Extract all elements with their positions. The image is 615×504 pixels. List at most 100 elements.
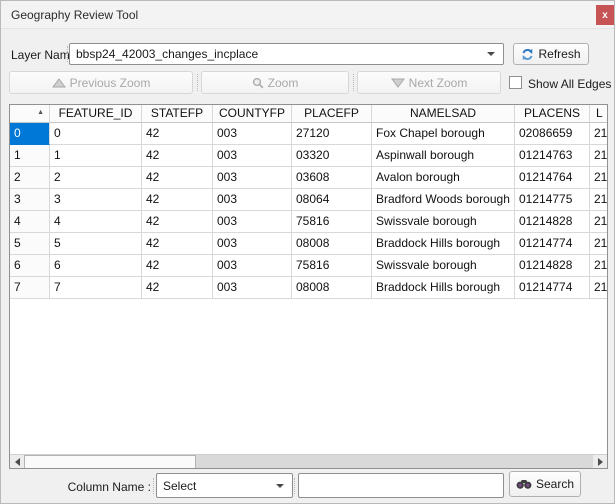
table-cell[interactable]: 5: [50, 233, 142, 255]
table-cell[interactable]: 003: [213, 211, 292, 233]
table-cell[interactable]: 42: [142, 255, 213, 277]
table-cell[interactable]: 21: [590, 277, 607, 299]
table-cell[interactable]: 003: [213, 233, 292, 255]
table-cell[interactable]: 01214774: [515, 277, 590, 299]
table-cell[interactable]: 0: [50, 123, 142, 145]
table-cell[interactable]: 6: [50, 255, 142, 277]
table-cell[interactable]: 003: [213, 145, 292, 167]
table-cell[interactable]: 42: [142, 277, 213, 299]
refresh-button[interactable]: Refresh: [513, 43, 589, 65]
horizontal-scrollbar[interactable]: [10, 454, 607, 468]
column-header[interactable]: PLACEFP: [292, 105, 372, 123]
table-cell[interactable]: 21: [590, 233, 607, 255]
table-cell[interactable]: 03608: [292, 167, 372, 189]
layer-name-combobox[interactable]: bbsp24_42003_changes_incplace: [69, 43, 504, 65]
table-cell[interactable]: 42: [142, 233, 213, 255]
show-all-edges-label: Show All Edges: [528, 77, 611, 91]
table-cell[interactable]: 21: [590, 123, 607, 145]
scrollbar-thumb[interactable]: [24, 455, 196, 469]
table-cell[interactable]: Bradford Woods borough: [372, 189, 515, 211]
table-cell[interactable]: Swissvale borough: [372, 211, 515, 233]
column-header[interactable]: PLACENS: [515, 105, 590, 123]
table-row[interactable]: 004200327120Fox Chapel borough0208665921: [10, 123, 607, 145]
table-row[interactable]: 114200303320Aspinwall borough0121476321: [10, 145, 607, 167]
table-row[interactable]: 334200308064Bradford Woods borough012147…: [10, 189, 607, 211]
table-cell[interactable]: 1: [50, 145, 142, 167]
table-cell[interactable]: 27120: [292, 123, 372, 145]
table-cell[interactable]: 01214763: [515, 145, 590, 167]
table-cell[interactable]: 01214774: [515, 233, 590, 255]
table-cell[interactable]: 21: [590, 145, 607, 167]
table-cell[interactable]: 003: [213, 277, 292, 299]
show-all-edges-checkbox[interactable]: [509, 76, 522, 89]
scroll-right-button[interactable]: [593, 455, 607, 469]
table-cell[interactable]: 003: [213, 189, 292, 211]
row-header[interactable]: 3: [10, 189, 50, 211]
table-cell[interactable]: 4: [50, 211, 142, 233]
row-header[interactable]: 6: [10, 255, 50, 277]
table-cell[interactable]: Aspinwall borough: [372, 145, 515, 167]
table-cell[interactable]: 08064: [292, 189, 372, 211]
table-cell[interactable]: 03320: [292, 145, 372, 167]
column-name-combobox[interactable]: Select: [156, 473, 293, 498]
table-cell[interactable]: 21: [590, 167, 607, 189]
zoom-button[interactable]: Zoom: [201, 71, 349, 94]
table-cell[interactable]: 42: [142, 145, 213, 167]
table-cell[interactable]: 21: [590, 211, 607, 233]
table-cell[interactable]: 42: [142, 189, 213, 211]
scroll-left-button[interactable]: [10, 455, 24, 469]
table-cell[interactable]: 21: [590, 255, 607, 277]
table-cell[interactable]: 42: [142, 211, 213, 233]
table-row[interactable]: 224200303608Avalon borough0121476421: [10, 167, 607, 189]
layout-separator: [67, 46, 68, 62]
row-header[interactable]: 0: [10, 123, 50, 145]
column-header[interactable]: COUNTYFP: [213, 105, 292, 123]
column-header[interactable]: NAMELSAD: [372, 105, 515, 123]
table-cell[interactable]: 42: [142, 123, 213, 145]
close-button[interactable]: x: [596, 5, 614, 25]
table-cell[interactable]: 01214828: [515, 211, 590, 233]
row-header[interactable]: 1: [10, 145, 50, 167]
previous-zoom-button[interactable]: Previous Zoom: [9, 71, 193, 94]
table-cell[interactable]: 01214828: [515, 255, 590, 277]
search-button[interactable]: Search: [509, 471, 581, 497]
table-cell[interactable]: 42: [142, 167, 213, 189]
table-row[interactable]: 554200308008Braddock Hills borough012147…: [10, 233, 607, 255]
sort-ascending-icon: ▲: [37, 107, 44, 119]
table-cell[interactable]: 003: [213, 123, 292, 145]
table-cell[interactable]: 003: [213, 167, 292, 189]
window-title: Geography Review Tool: [11, 1, 138, 29]
row-header[interactable]: 2: [10, 167, 50, 189]
table-cell[interactable]: 75816: [292, 211, 372, 233]
close-icon: x: [602, 10, 608, 21]
column-header[interactable]: STATEFP: [142, 105, 213, 123]
table-row[interactable]: 444200375816Swissvale borough0121482821: [10, 211, 607, 233]
table-cell[interactable]: 08008: [292, 277, 372, 299]
table-cell[interactable]: Avalon borough: [372, 167, 515, 189]
table-cell[interactable]: 003: [213, 255, 292, 277]
table-cell[interactable]: Braddock Hills borough: [372, 233, 515, 255]
layout-separator: [294, 478, 295, 494]
table-row[interactable]: 774200308008Braddock Hills borough012147…: [10, 277, 607, 299]
table-cell[interactable]: 01214764: [515, 167, 590, 189]
next-zoom-button[interactable]: Next Zoom: [357, 71, 501, 94]
table-cell[interactable]: Fox Chapel borough: [372, 123, 515, 145]
table-cell[interactable]: 3: [50, 189, 142, 211]
table-cell[interactable]: Braddock Hills borough: [372, 277, 515, 299]
table-cell[interactable]: 02086659: [515, 123, 590, 145]
table-corner-header[interactable]: ▲: [10, 105, 50, 123]
table-cell[interactable]: 01214775: [515, 189, 590, 211]
row-header[interactable]: 5: [10, 233, 50, 255]
column-header[interactable]: FEATURE_ID: [50, 105, 142, 123]
table-cell[interactable]: 21: [590, 189, 607, 211]
row-header[interactable]: 7: [10, 277, 50, 299]
table-cell[interactable]: 2: [50, 167, 142, 189]
table-cell[interactable]: 75816: [292, 255, 372, 277]
row-header[interactable]: 4: [10, 211, 50, 233]
table-row[interactable]: 664200375816Swissvale borough0121482821: [10, 255, 607, 277]
table-cell[interactable]: Swissvale borough: [372, 255, 515, 277]
table-cell[interactable]: 7: [50, 277, 142, 299]
table-cell[interactable]: 08008: [292, 233, 372, 255]
search-input[interactable]: [298, 473, 504, 498]
column-header[interactable]: L: [590, 105, 607, 123]
